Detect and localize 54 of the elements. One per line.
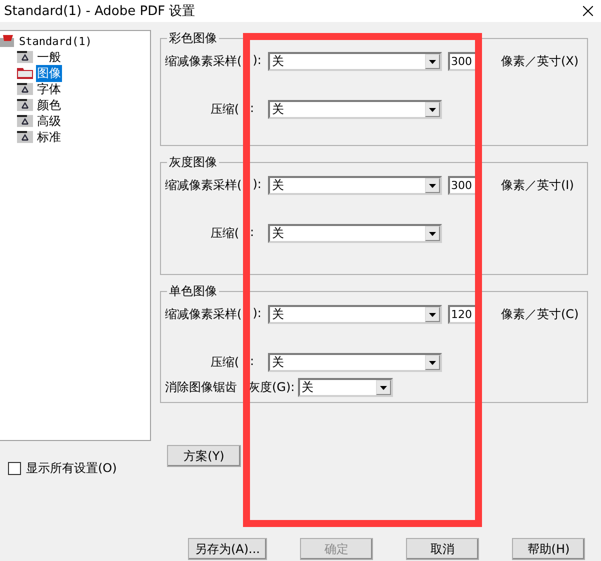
checkbox[interactable] <box>8 462 21 475</box>
field-label: 消除图像锯齿 <box>165 379 237 396</box>
dropdown[interactable]: 关 <box>268 52 442 71</box>
group-title: 单色图像 <box>168 283 218 300</box>
tree-item[interactable]: 颜色 <box>36 96 62 114</box>
dropdown[interactable]: 关 <box>298 378 393 397</box>
tree-item[interactable]: 标准 <box>36 128 62 146</box>
tree-item[interactable]: 高级 <box>36 112 62 130</box>
dropdown-arrow-icon <box>429 108 436 112</box>
dropdown[interactable]: 关 <box>268 176 442 195</box>
dropdown[interactable]: 关 <box>268 100 442 119</box>
document-node-icon <box>17 99 33 111</box>
field-label: 压缩( <box>210 225 239 242</box>
folder-icon <box>17 67 33 79</box>
field-label: 缩减像素采样( <box>165 177 242 194</box>
field-label: ): <box>252 306 262 322</box>
dropdown-arrow-icon <box>429 184 436 188</box>
dialog-button[interactable]: 取消 <box>406 538 479 560</box>
dropdown-arrow-icon <box>429 312 436 316</box>
field-label: : <box>250 101 256 117</box>
unit-label: 像素／英寸(X) <box>501 53 579 70</box>
dropdown-arrow-icon <box>429 232 436 236</box>
field-label: : <box>250 354 256 370</box>
field-label: 缩减像素采样( <box>165 53 242 70</box>
dropdown-arrow-icon <box>429 360 436 364</box>
dialog-button[interactable]: 帮助(H) <box>512 538 585 560</box>
scheme-button[interactable]: 方案(Y) <box>167 445 241 467</box>
dropdown[interactable]: 关 <box>268 305 442 324</box>
close-icon[interactable] <box>583 6 593 16</box>
group-title: 灰度图像 <box>168 154 218 171</box>
field-label: ): <box>252 53 262 69</box>
tree-item[interactable]: Standard(1) <box>19 34 92 48</box>
field-label: ): <box>252 177 262 193</box>
dropdown-arrow-icon <box>429 60 436 64</box>
tree-item[interactable]: 字体 <box>36 80 62 98</box>
document-node-icon <box>17 115 33 127</box>
unit-label: 像素／英寸(I) <box>501 177 574 194</box>
document-node-icon <box>17 51 33 63</box>
dropdown-arrow-icon <box>380 386 387 390</box>
field-label: 缩减像素采样( <box>165 306 242 323</box>
dialog-button[interactable]: 另存为(A)... <box>188 538 267 560</box>
document-node-icon <box>17 131 33 143</box>
window-title: Standard(1) - Adobe PDF 设置 <box>4 3 196 20</box>
unit-label: 像素／英寸(C) <box>501 306 579 323</box>
tree-item[interactable]: 图像 <box>36 64 62 82</box>
dropdown[interactable]: 关 <box>268 224 442 243</box>
checkbox-label: 显示所有设置(O) <box>26 460 117 477</box>
field-label: 压缩( <box>210 101 239 118</box>
group-title: 彩色图像 <box>168 30 218 47</box>
dropdown[interactable]: 关 <box>268 353 442 372</box>
tree-item[interactable]: 一般 <box>36 48 62 66</box>
field-label: : <box>250 225 256 241</box>
field-label: 压缩( <box>210 354 239 371</box>
document-node-icon <box>17 83 33 95</box>
